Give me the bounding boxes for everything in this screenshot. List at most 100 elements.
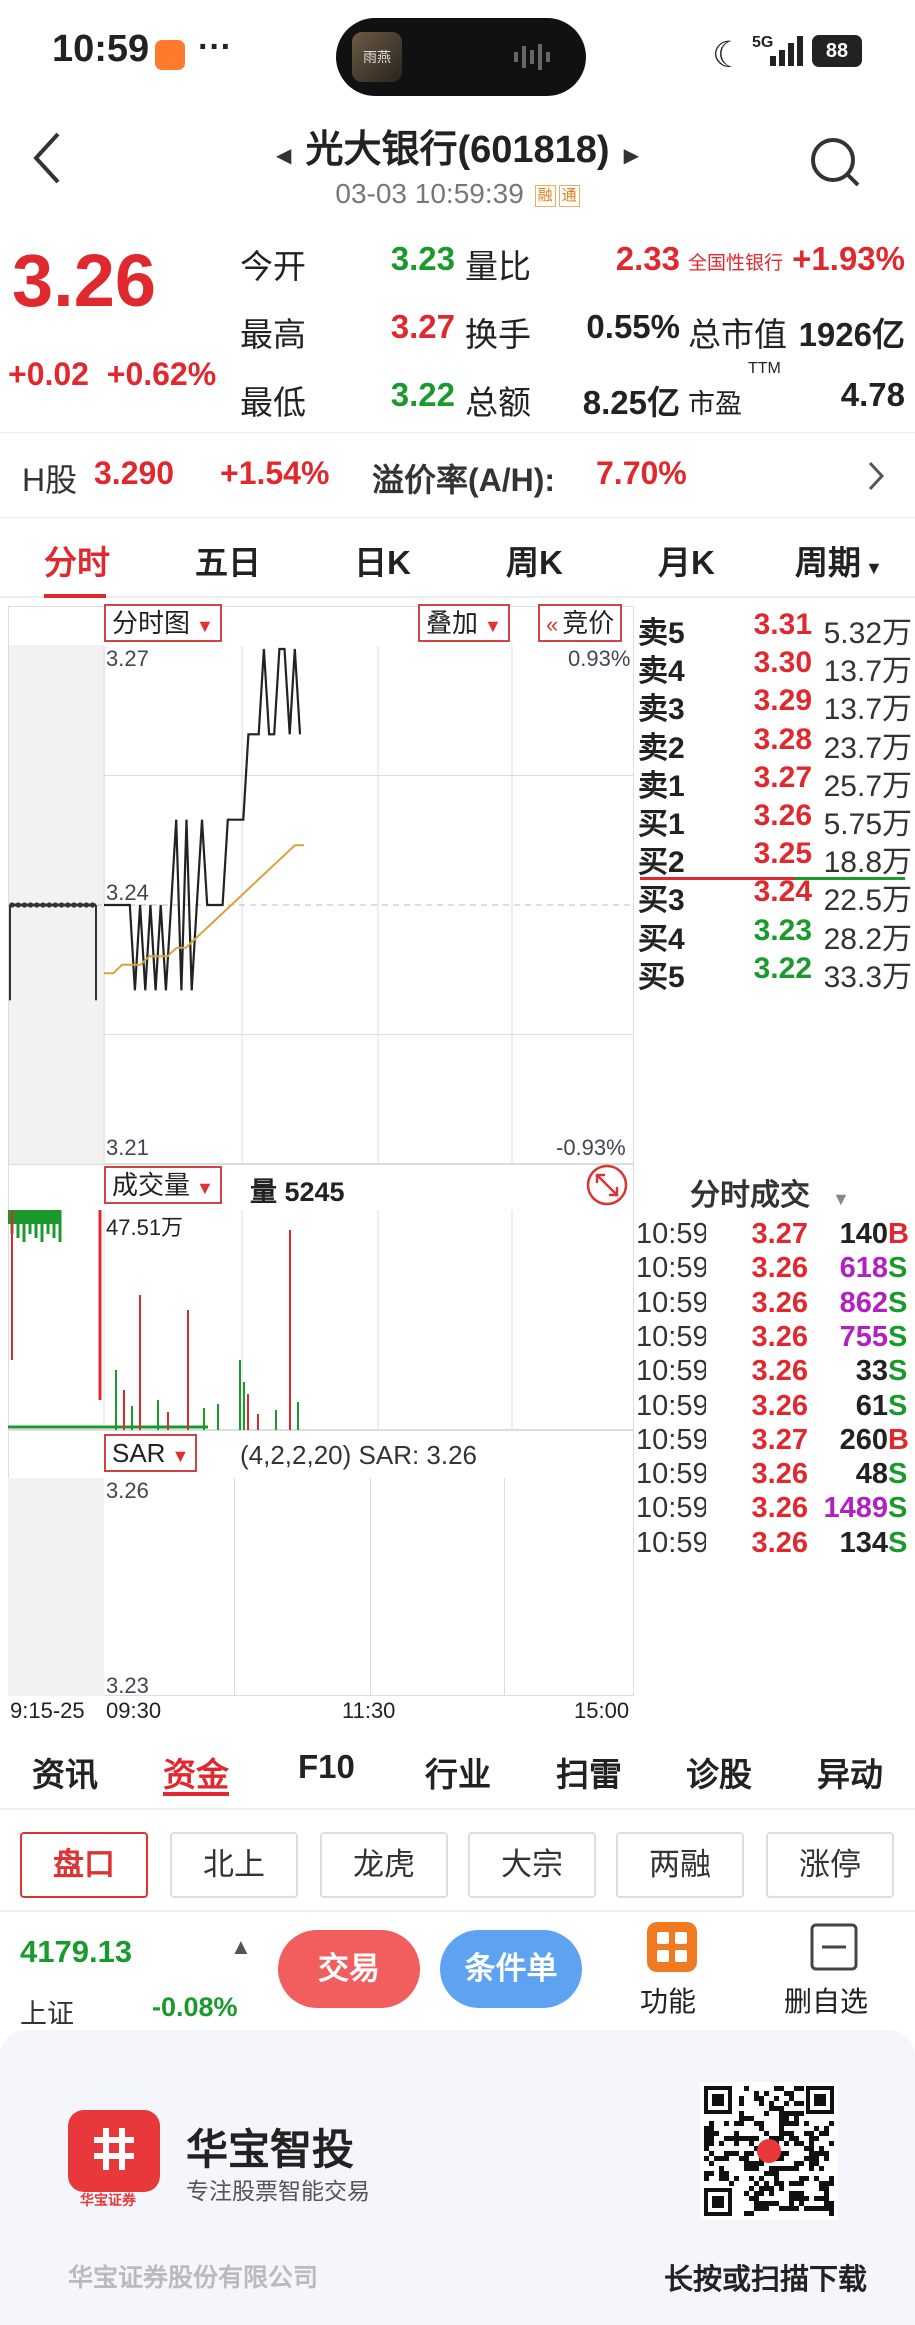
volume-chart[interactable]: [8, 1210, 634, 1430]
trade-side: S: [888, 1355, 908, 1388]
bid-price[interactable]: 3.23: [722, 914, 812, 948]
double-chevron-left-icon: «: [546, 612, 559, 637]
sector-pct[interactable]: +1.93%: [780, 240, 905, 278]
sector-label[interactable]: 全国性银行: [688, 248, 783, 275]
tab-period[interactable]: 周期 ▼: [795, 536, 883, 584]
ask-price[interactable]: 3.28: [722, 723, 812, 757]
qr-module: [804, 2176, 809, 2181]
prev-stock-icon[interactable]: ◀: [276, 145, 291, 167]
qr-module: [784, 2111, 789, 2116]
stock-title[interactable]: ◀ 光大银行(601818) ▶: [0, 118, 915, 173]
tab-weekly-k[interactable]: 周K: [506, 536, 563, 584]
ask-price[interactable]: 3.30: [722, 646, 812, 680]
sar-axis-top: 3.26: [106, 1478, 149, 1503]
tab-diagnose[interactable]: 诊股: [686, 1748, 752, 1796]
trade-button[interactable]: 交易: [278, 1930, 420, 2008]
tab-industry[interactable]: 行业: [425, 1748, 491, 1796]
caret-down-icon: ▼: [196, 616, 214, 636]
qr-module: [759, 2176, 764, 2181]
chip-margin[interactable]: 两融: [616, 1832, 744, 1898]
h-share-label: H股: [22, 462, 78, 498]
trade-volume: 48: [855, 1458, 888, 1491]
bid-price[interactable]: 3.22: [722, 952, 812, 986]
qr-module: [814, 2161, 819, 2166]
download-banner[interactable]: 华宝证券 华宝智投 专注股票智能交易 华宝证券股份有限公司 长按或扫描下载: [0, 2030, 915, 2325]
tab-movements[interactable]: 异动: [817, 1748, 883, 1796]
qr-module: [829, 2176, 834, 2181]
trade-side: S: [888, 1492, 908, 1525]
tab-monthly-k[interactable]: 月K: [658, 536, 715, 584]
qr-code[interactable]: [700, 2082, 838, 2220]
tab-news[interactable]: 资讯: [32, 1748, 98, 1796]
tab-daily-k[interactable]: 日K: [354, 536, 411, 584]
qr-module: [729, 2151, 734, 2156]
qr-module: [759, 2186, 764, 2191]
next-stock-icon[interactable]: ▶: [624, 145, 639, 167]
search-icon[interactable]: [808, 135, 862, 189]
qr-module: [814, 2151, 819, 2156]
active-tab-indicator: [44, 594, 106, 598]
qr-module: [724, 2151, 729, 2156]
price-chart[interactable]: [8, 646, 634, 1164]
h-share-row[interactable]: H股 3.290 +1.54% 溢价率(A/H): 7.70%: [0, 432, 915, 518]
order-book[interactable]: 卖5 3.31 5.32万 卖4 3.30 13.7万 卖3 3.29 13.7万 卖2 3.28 2…: [636, 600, 915, 1160]
tab-intraday[interactable]: 分时: [44, 536, 110, 584]
qr-module: [769, 2186, 774, 2191]
bid-price[interactable]: 3.24: [722, 875, 812, 909]
qr-module: [774, 2201, 779, 2206]
qr-module: [789, 2201, 794, 2206]
qr-module: [729, 2181, 734, 2186]
qr-module: [749, 2136, 754, 2141]
qr-module: [819, 2131, 824, 2136]
volume-max: 47.51万: [106, 1215, 184, 1240]
overlay-dropdown[interactable]: 叠加 ▼: [418, 604, 510, 642]
qr-module: [824, 2191, 829, 2196]
qr-module: [764, 2186, 769, 2191]
chip-dragon-tiger[interactable]: 龙虎: [320, 1832, 448, 1898]
volume-dropdown[interactable]: 成交量 ▼: [104, 1166, 222, 1204]
trade-time: 10:59: [636, 1458, 706, 1491]
qr-module: [739, 2111, 744, 2116]
sar-dropdown[interactable]: SAR ▼: [104, 1434, 198, 1472]
trade-ticks[interactable]: 10:59 3.27 140 B 10:59 3.26 618 S 10:59 3.26 862 S 1…: [636, 1218, 915, 1728]
qr-module: [819, 2181, 824, 2186]
trades-title[interactable]: 分时成交 ▼: [690, 1170, 850, 1214]
dynamic-island[interactable]: 雨燕: [336, 18, 586, 96]
expand-icon[interactable]: [586, 1164, 628, 1206]
remove-watchlist-button[interactable]: 删自选: [774, 1920, 894, 2020]
chip-orderbook[interactable]: 盘口: [20, 1832, 148, 1898]
volume-selector-label: 成交量: [112, 1170, 191, 1200]
trade-side: B: [888, 1218, 909, 1250]
tab-five-day[interactable]: 五日: [195, 536, 261, 584]
tab-f10[interactable]: F10: [298, 1748, 355, 1786]
chip-limit-up[interactable]: 涨停: [766, 1832, 894, 1898]
bid-price[interactable]: 3.25: [722, 837, 812, 871]
company-name: 华宝证券股份有限公司: [68, 2264, 319, 2292]
chart-type-dropdown[interactable]: 分时图 ▼: [104, 604, 222, 642]
bid-level-label: 买5: [638, 960, 685, 994]
chip-northbound[interactable]: 北上: [170, 1832, 298, 1898]
functions-button[interactable]: 功能: [622, 1920, 722, 2020]
bid-price[interactable]: 3.26: [722, 799, 812, 833]
auction-toggle[interactable]: «竞价: [538, 604, 623, 642]
qr-module: [754, 2166, 759, 2171]
ask-price[interactable]: 3.29: [722, 684, 812, 718]
qr-module: [759, 2191, 764, 2196]
qr-finder: [814, 2094, 826, 2106]
condition-order-button[interactable]: 条件单: [440, 1930, 582, 2008]
trade-time: 10:59: [636, 1286, 706, 1319]
qr-module: [714, 2131, 719, 2136]
connect-tag: 通: [558, 184, 580, 207]
qr-module: [784, 2166, 789, 2171]
chip-block-trade[interactable]: 大宗: [468, 1832, 596, 1898]
quote-time: 03-03 10:59:39: [335, 178, 524, 209]
qr-module: [799, 2191, 804, 2196]
low-value: 3.22: [390, 376, 455, 413]
pe-label: 市盈: [688, 389, 742, 419]
index-ticker[interactable]: 4179.13 ▲ 上证 -0.08%: [0, 1920, 270, 2030]
ask-price[interactable]: 3.27: [722, 761, 812, 795]
tab-risk-scan[interactable]: 扫雷: [556, 1748, 622, 1796]
tab-funds[interactable]: 资金: [163, 1748, 229, 1796]
ask-price[interactable]: 3.31: [722, 608, 812, 642]
trades-title-label: 分时成交: [690, 1179, 810, 1212]
